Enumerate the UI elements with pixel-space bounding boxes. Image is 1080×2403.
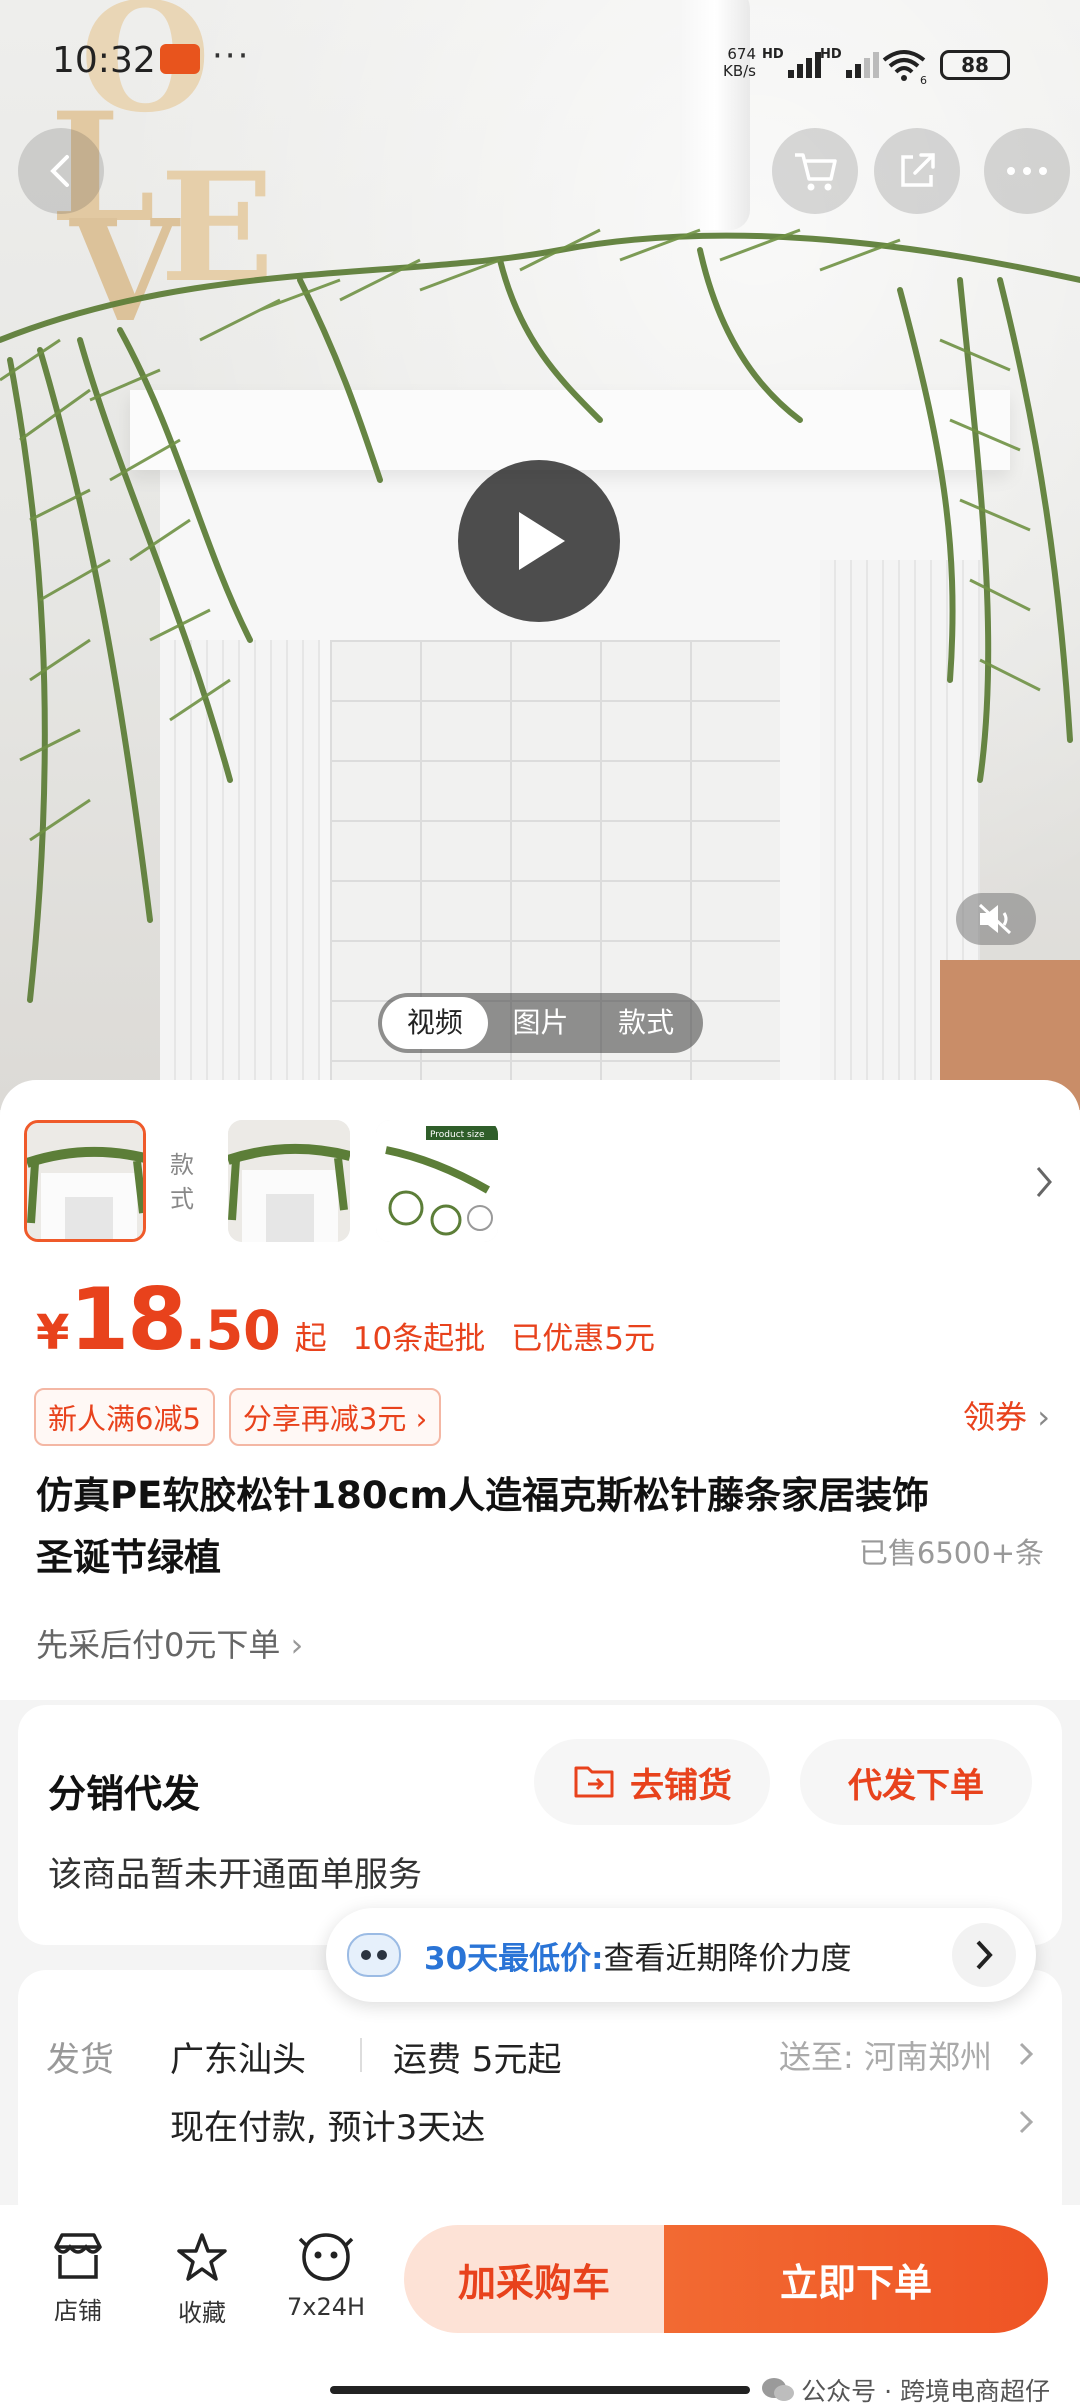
distribution-subtitle: 该商品暂未开通面单服务 [48,1855,422,1895]
more-dots-icon [1007,167,1047,175]
buy-now-button[interactable]: 立即下单 [664,2225,1048,2333]
tab-styles[interactable]: 款式 [593,997,699,1049]
net-speed-unit: KB/s [723,62,756,80]
thumb-image [27,1123,143,1239]
product-info-card: 款式 Product size ¥ 18 .50 起 10条起批 已优惠5元 新… [0,1080,1080,1700]
app-notification-icon [160,44,200,74]
more-notifications-icon: ··· [212,36,251,76]
more-button[interactable] [984,128,1070,214]
clock: 10:32 [52,40,156,81]
discount-note: 已优惠5元 [511,1321,655,1357]
watermark-text: 公众号 · 跨境电商超仔 [801,2377,1050,2403]
sold-count: 已售6500+条 [858,1536,1044,1570]
chevron-right-icon: › [1037,1398,1050,1436]
dropship-order-button[interactable]: 代发下单 [800,1739,1032,1825]
robot-assistant-icon [347,1933,401,1977]
media-type-tabs: 视频 图片 款式 [378,993,703,1053]
network-speed: 674 KB/s [712,46,756,80]
divider [360,2038,362,2072]
thumb-image [228,1120,350,1242]
wechat-icon [762,2378,795,2401]
wifi-icon: 6 [882,50,927,86]
chevron-right-icon[interactable] [1032,1162,1056,1202]
play-video-button[interactable] [458,460,620,622]
cart-icon [795,153,837,191]
price-suffix: 起 [294,1319,327,1357]
distribution-title: 分销代发 [48,1772,201,1816]
ship-from: 广东汕头 [170,2040,306,2080]
lowest-price-label: 30天最低价: [424,1940,604,1977]
coupon-link[interactable]: 领券 › [963,1392,1050,1438]
thumb-image: Product size [376,1120,498,1242]
status-bar: 10:32 ··· 674 KB/s HD HD 6 88 [0,0,1080,130]
lowest-price-arrow-button[interactable] [952,1923,1016,1987]
share-icon [901,153,935,187]
favorite-label: 收藏 [178,2299,226,2327]
pay-later-link[interactable]: 先采后付0元下单 › [36,1620,303,1666]
add-to-cart-button[interactable]: 加采购车 [404,2225,664,2333]
min-order: 10条起批 [352,1321,486,1357]
service-label: 7x24H [286,2293,366,2321]
chevron-right-icon [1019,2110,1034,2134]
store-icon [54,2233,102,2279]
style-thumb-3[interactable]: Product size [376,1120,498,1242]
stock-listing-label: 去铺货 [630,1765,732,1806]
favorite-button[interactable]: 收藏 [152,2231,252,2328]
chevron-left-icon [50,155,69,187]
pay-later-label: 先采后付0元下单 [36,1626,281,1664]
style-label: 款式 [170,1151,194,1213]
product-media[interactable]: O L E V 10:32 ··· 674 KB/s HD HD 6 88 视频… [0,0,1080,1110]
delivery-eta: 现在付款, 预计3天达 [170,2108,486,2148]
sig2-label: HD [820,47,842,62]
pine-garland [0,228,1080,1003]
wifi-sim-index: 6 [920,74,927,86]
price-integer: 18 [69,1270,187,1370]
chat-bot-icon [298,2233,354,2281]
chevron-right-icon [1019,2042,1034,2066]
home-indicator[interactable] [330,2386,750,2394]
style-thumbnails: 款式 Product size [24,1120,1064,1250]
shipping-card[interactable]: 发货 广东汕头 运费 5元起 送至: 河南郑州 现在付款, 预计3天达 [18,1970,1062,2230]
share-button[interactable] [874,128,960,214]
star-icon [177,2233,227,2281]
net-speed-value: 674 [727,45,756,63]
price-row: ¥ 18 .50 起 10条起批 已优惠5元 [36,1270,655,1370]
watermark: 公众号 · 跨境电商超仔 [761,2372,1050,2403]
back-button[interactable] [18,128,104,214]
style-thumb-2[interactable] [228,1120,350,1242]
cart-button[interactable] [772,128,858,214]
sig1-label: HD [762,47,784,62]
folder-export-icon [574,1766,614,1798]
promo-tags: 新人满6减5 分享再减3元 › [34,1388,442,1446]
coupon-label: 领券 [963,1398,1028,1436]
tab-video[interactable]: 视频 [382,997,488,1049]
customer-service-button[interactable]: 7x24H [276,2231,376,2321]
lowest-price-chip[interactable]: 30天最低价: 查看近期降价力度 [326,1908,1036,2002]
style-thumb-1[interactable] [24,1120,146,1242]
chevron-right-icon: › [290,1626,304,1664]
stock-listing-button[interactable]: 去铺货 [534,1739,770,1825]
play-icon [519,512,565,570]
currency-symbol: ¥ [36,1305,70,1361]
promo-tag-share[interactable]: 分享再减3元 › [228,1388,442,1446]
store-button[interactable]: 店铺 [28,2231,128,2326]
chevron-right-icon [976,1940,993,1970]
shipping-key: 发货 [46,2040,114,2080]
speaker-muted-icon [978,903,1012,935]
price-decimal: .50 [185,1299,281,1362]
ship-to[interactable]: 送至: 河南郑州 [779,2032,992,2078]
store-label: 店铺 [54,2297,102,2325]
battery-icon: 88 [940,50,1010,80]
tab-images[interactable]: 图片 [488,997,594,1049]
shipping-fee: 运费 5元起 [393,2040,562,2080]
thumb-product-size-text: Product size [430,1130,485,1140]
mute-toggle[interactable] [956,893,1036,945]
promo-tag-newuser[interactable]: 新人满6减5 [34,1388,215,1446]
title-line-1: 仿真PE软胶松针180cm人造福克斯松针藤条家居装饰 [36,1474,930,1517]
lowest-price-text: 查看近期降价力度 [603,1940,852,1977]
promo-tag-share-label: 分享再减3元 [242,1402,407,1436]
